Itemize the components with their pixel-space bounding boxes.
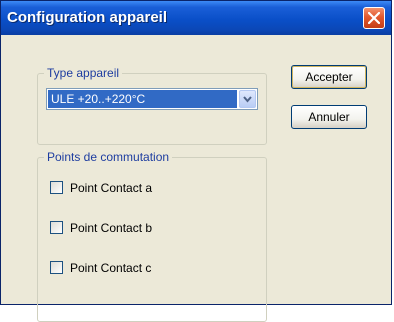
point-contact-c-label[interactable]: Point Contact c [70,260,151,276]
switch-points-group: Points de commutation Point Contact a Po… [37,150,267,322]
accept-button[interactable]: Accepter [291,65,367,89]
point-contact-a-label[interactable]: Point Contact a [70,180,152,196]
close-icon [368,12,380,24]
title-bar[interactable]: Configuration appareil [1,1,391,35]
point-contact-a-checkbox[interactable] [50,181,63,194]
device-type-group: Type appareil ULE +20..+220°C [37,66,267,145]
dialog-window: Configuration appareil Type appareil ULE… [0,0,392,322]
device-type-selected-value: ULE +20..+220°C [48,90,237,108]
switch-points-legend: Points de commutation [44,150,173,164]
dialog-body: Type appareil ULE +20..+220°C Points de … [5,35,387,322]
chevron-down-icon [243,96,252,103]
cancel-button[interactable]: Annuler [291,105,367,129]
close-button[interactable] [363,7,385,29]
device-type-legend: Type appareil [44,66,123,80]
point-contact-b-checkbox[interactable] [50,221,63,234]
window-title: Configuration appareil [7,9,168,26]
dropdown-button[interactable] [239,90,256,108]
device-type-select[interactable]: ULE +20..+220°C [46,88,258,110]
point-contact-b-label[interactable]: Point Contact b [70,220,152,236]
point-contact-c-checkbox[interactable] [50,261,63,274]
